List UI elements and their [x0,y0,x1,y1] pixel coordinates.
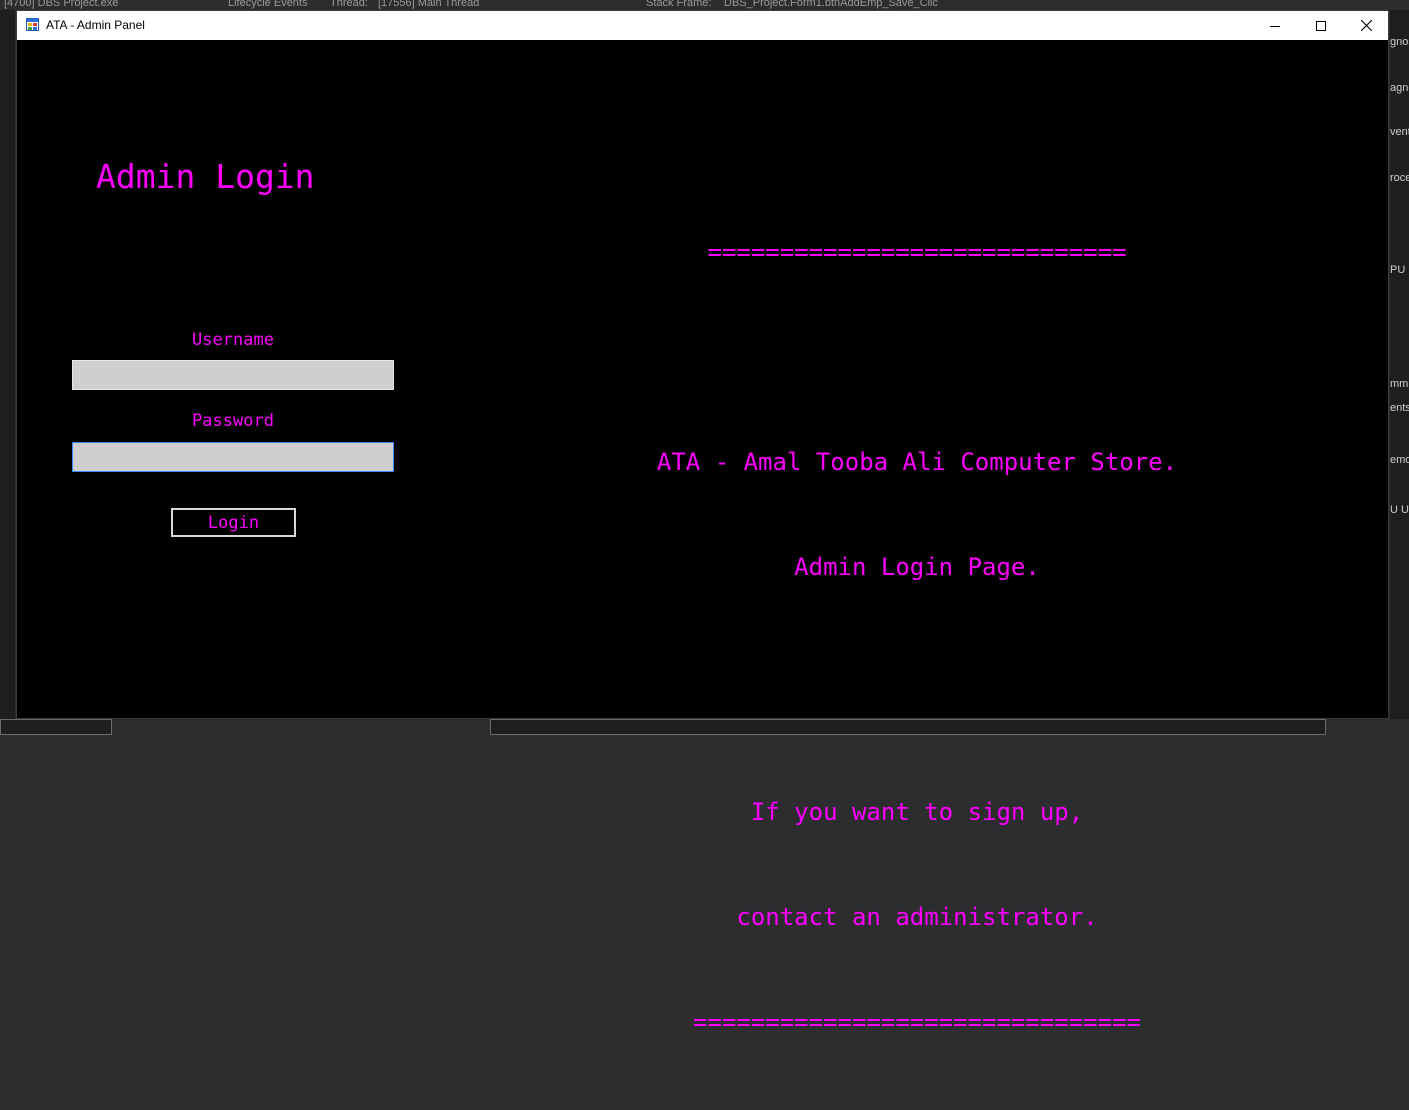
ide-stackframe-value: DBS_Project.Form1.btnAddEmp_Save_Clic [724,0,938,9]
minimize-icon [1270,25,1280,27]
store-info-panel: ============================= ATA - Amal… [577,165,1257,1110]
minimize-button[interactable] [1252,11,1298,40]
ide-debug-toolbar: [4700] DBS Project.exe Lifecycle Events … [0,0,1409,10]
ide-right-text: U U [1390,504,1409,516]
separator-top: ============================= [707,238,1127,266]
username-label: Username [192,330,274,350]
password-field[interactable] [72,442,394,472]
maximize-button[interactable] [1298,11,1344,40]
ide-right-text: ents [1390,402,1409,414]
username-field[interactable] [72,360,394,390]
login-button[interactable]: Login [171,508,296,537]
ide-right-text: agne [1390,82,1409,94]
ide-process-label: [4700] DBS Project.exe [4,0,119,9]
ide-thread-label: Thread: [330,0,368,9]
admin-panel-window: ATA - Admin Panel Admin Login Username P… [16,10,1389,1036]
ide-right-text: vent [1390,126,1409,138]
page-title: Admin Login [96,157,315,196]
ide-right-text: roce [1390,172,1409,184]
password-label: Password [192,411,274,431]
signup-info-line: If you want to sign up, [750,798,1084,826]
ide-right-text: PU [1390,264,1406,276]
ide-stackframe-label: Stack Frame: [646,0,712,9]
close-button[interactable] [1343,11,1389,40]
ide-right-text: mm [1390,378,1409,390]
ide-lifecycle-label: Lifecycle Events [228,0,308,9]
ide-right-text: emo [1390,454,1409,466]
ide-thread-value: [17556] Main Thread [378,0,480,9]
window-title: ATA - Admin Panel [46,18,145,32]
maximize-icon [1316,20,1326,31]
contact-admin-line: contact an administrator. [736,903,1098,931]
close-icon [1360,20,1372,31]
ide-left-panel [0,10,15,735]
app-form-icon [26,18,39,31]
ide-bottom-box [0,719,112,735]
window-titlebar[interactable]: ATA - Admin Panel [17,11,1388,40]
store-name-line: ATA - Amal Tooba Ali Computer Store. [656,448,1178,476]
ide-right-text: gnos [1390,36,1409,48]
ide-right-panel: gnos agne vent roce PU mm ents emo U U [1390,10,1409,735]
separator-bottom: =============================== [693,1008,1141,1036]
window-client-area: Admin Login Username Password Login ====… [17,40,1388,1036]
page-description-line: Admin Login Page. [794,553,1040,581]
